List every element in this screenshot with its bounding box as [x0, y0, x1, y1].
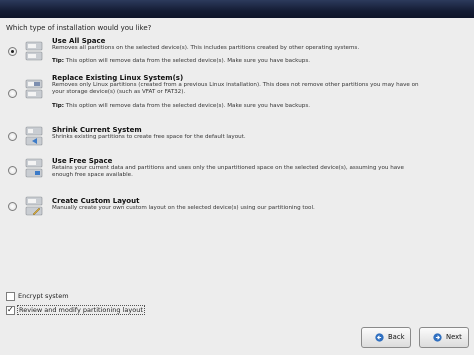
review-layout-label[interactable]: Review and modify partitioning layout	[17, 304, 145, 315]
option-title: Replace Existing Linux System(s)	[52, 74, 184, 82]
option-description: Removes only Linux partitions (created f…	[52, 82, 419, 95]
option-title: Use All Space	[52, 37, 106, 45]
radio-shrink-current[interactable]	[8, 132, 17, 141]
option-title: Create Custom Layout	[52, 197, 140, 205]
back-button-label: Back	[388, 333, 405, 341]
radio-custom-layout[interactable]	[8, 202, 17, 211]
review-layout-checkbox[interactable]	[6, 305, 15, 315]
page-prompt: Which type of installation would you lik…	[6, 24, 152, 32]
tip-text: This option will remove data from the se…	[63, 58, 311, 64]
arrow-right-icon	[433, 333, 442, 342]
encrypt-system-checkbox[interactable]	[6, 292, 15, 301]
option-description: Retains your current data and partitions…	[52, 165, 404, 178]
disk-replace-icon	[25, 79, 43, 99]
back-button[interactable]: Back	[361, 327, 411, 348]
tip-label: Tip:	[52, 58, 64, 64]
tip-label: Tip:	[52, 103, 64, 109]
next-button[interactable]: Next	[419, 327, 469, 348]
option-tip: Tip: This option will remove data from t…	[52, 103, 310, 109]
header-banner	[0, 0, 474, 18]
option-custom-layout[interactable]: Create Custom Layout Manually create you…	[8, 195, 468, 219]
option-description: Removes all partitions on the selected d…	[52, 45, 360, 51]
radio-use-free-space[interactable]	[8, 166, 17, 175]
disk-free-space-icon	[25, 158, 43, 178]
option-title: Use Free Space	[52, 157, 113, 165]
option-description: Manually create your own custom layout o…	[52, 205, 315, 211]
radio-replace-linux[interactable]	[8, 89, 17, 98]
encrypt-system-label[interactable]: Encrypt system	[18, 292, 69, 300]
disk-all-space-icon	[25, 41, 43, 61]
tip-text: This option will remove data from the se…	[63, 103, 311, 109]
arrow-left-icon	[375, 333, 384, 342]
disk-shrink-icon	[25, 126, 43, 146]
option-description: Shrinks existing partitions to create fr…	[52, 134, 246, 140]
option-tip: Tip: This option will remove data from t…	[52, 58, 310, 64]
disk-custom-icon	[25, 196, 43, 216]
next-button-label: Next	[446, 333, 462, 341]
option-use-all-space[interactable]: Use All Space Removes all partitions on …	[8, 37, 468, 71]
option-title: Shrink Current System	[52, 126, 142, 134]
radio-use-all-space[interactable]	[8, 47, 17, 56]
option-replace-linux[interactable]: Replace Existing Linux System(s) Removes…	[8, 73, 468, 115]
option-use-free-space[interactable]: Use Free Space Retains your current data…	[8, 155, 468, 185]
option-shrink-current[interactable]: Shrink Current System Shrinks existing p…	[8, 124, 468, 148]
